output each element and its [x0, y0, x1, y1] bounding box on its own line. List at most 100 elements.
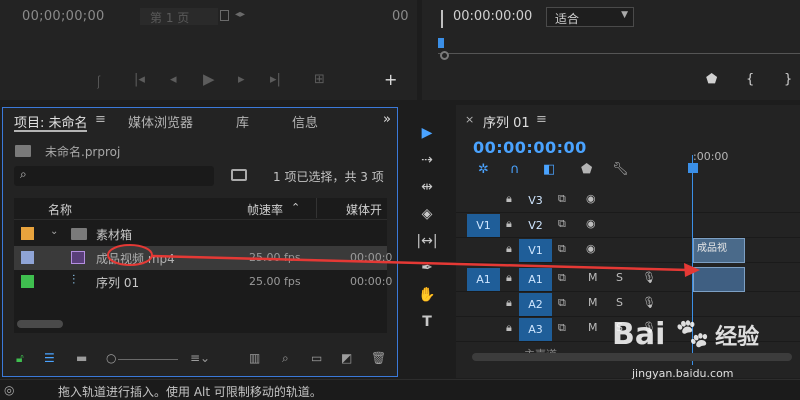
- lock-icon[interactable]: 🔒︎: [506, 242, 512, 256]
- linked-selection-icon[interactable]: ◧: [543, 162, 555, 177]
- search-input[interactable]: ⌕: [14, 166, 214, 186]
- tab-library[interactable]: 库: [236, 112, 249, 131]
- trash-icon[interactable]: 🗑︎: [371, 351, 386, 365]
- label-color-swatch[interactable]: [21, 275, 34, 288]
- sync-lock-icon[interactable]: ⧉: [558, 242, 566, 256]
- zoom-slider[interactable]: [118, 359, 178, 360]
- track-v1[interactable]: 🔒︎ V1 ⧉ ◉ 成品视: [456, 238, 800, 263]
- track-v3[interactable]: 🔒︎ V3 ⧉ ◉: [456, 188, 800, 213]
- sync-lock-icon[interactable]: ⧉: [558, 217, 566, 231]
- play-icon[interactable]: ▶: [203, 70, 215, 88]
- sync-lock-icon[interactable]: ⧉: [558, 296, 566, 310]
- slip-tool-icon[interactable]: |↔|: [410, 233, 444, 255]
- timeline-playhead-icon[interactable]: [688, 163, 698, 173]
- new-bin-from-search-icon[interactable]: [231, 169, 247, 181]
- list-item[interactable]: 成品视频.mp4 25.00 fps 00:00:0: [14, 246, 392, 270]
- mark-out-icon[interactable]: }: [784, 72, 792, 87]
- go-to-out-icon[interactable]: ▸|: [270, 72, 281, 87]
- video-clip[interactable]: 成品视: [693, 238, 745, 263]
- mute-button[interactable]: M: [588, 271, 598, 284]
- microphone-icon[interactable]: 🎙︎: [642, 271, 656, 284]
- mark-in-icon[interactable]: {: [746, 72, 754, 87]
- zoom-slider-handle-icon[interactable]: ○: [106, 351, 116, 365]
- settings-wrench-icon[interactable]: 🔧︎: [612, 162, 629, 177]
- step-back-icon[interactable]: ◂: [170, 72, 177, 87]
- icon-view-icon[interactable]: ▬: [76, 351, 87, 365]
- tab-media-browser[interactable]: 媒体浏览器: [128, 112, 193, 131]
- track-select-tool-icon[interactable]: ⇢: [410, 152, 444, 174]
- type-tool-icon[interactable]: T: [410, 314, 444, 336]
- track-label[interactable]: V3: [519, 189, 552, 212]
- list-view-icon[interactable]: ☰: [44, 351, 55, 365]
- track-label[interactable]: A2: [519, 293, 552, 316]
- menu-icon[interactable]: ≡: [536, 112, 547, 127]
- sync-lock-icon[interactable]: ⧉: [558, 271, 566, 285]
- add-button-icon[interactable]: +: [384, 70, 397, 89]
- eye-icon[interactable]: ◉: [586, 192, 596, 205]
- tab-project[interactable]: 项目: 未命名: [14, 112, 88, 131]
- lock-icon[interactable]: 🔒︎: [506, 192, 512, 206]
- sort-ascending-icon[interactable]: ⌃: [291, 201, 300, 214]
- marker-icon[interactable]: ⬟: [706, 72, 717, 87]
- zoom-handle-icon[interactable]: [440, 51, 449, 60]
- tab-info[interactable]: 信息: [292, 112, 318, 131]
- go-to-in-icon[interactable]: |◂: [134, 72, 145, 87]
- source-patch-v1[interactable]: V1: [467, 214, 500, 237]
- sort-icons-icon[interactable]: ≡⌄: [190, 351, 210, 365]
- search-icon[interactable]: ⌕: [282, 351, 289, 366]
- horizontal-scrollbar[interactable]: [17, 320, 63, 328]
- label-color-swatch[interactable]: [21, 251, 34, 264]
- ripple-edit-tool-icon[interactable]: ⇹: [410, 179, 444, 201]
- sync-lock-icon[interactable]: ⧉: [558, 192, 566, 206]
- step-forward-icon[interactable]: ▸: [238, 72, 245, 87]
- track-v2[interactable]: V1 🔒︎ V2 ⧉ ◉: [456, 213, 800, 238]
- lock-icon[interactable]: 🔓︎: [16, 351, 24, 366]
- lock-icon[interactable]: 🔒︎: [506, 217, 512, 231]
- snap-icon[interactable]: ∩: [510, 162, 520, 177]
- lock-icon[interactable]: 🔒︎: [506, 296, 512, 310]
- nest-toggle-icon[interactable]: ✲: [478, 162, 489, 177]
- close-icon[interactable]: ×: [465, 113, 474, 126]
- timeline-scrollbar[interactable]: [472, 353, 792, 361]
- column-media-start[interactable]: 媒体开: [346, 201, 382, 218]
- pen-tool-icon[interactable]: ✒: [410, 260, 444, 282]
- eye-icon[interactable]: ◉: [586, 242, 596, 255]
- sequence-tab[interactable]: 序列 01: [483, 112, 530, 131]
- fit-dropdown[interactable]: 适合 ▼: [546, 7, 634, 27]
- selection-tool-icon[interactable]: ▶: [410, 125, 444, 147]
- column-frame-rate[interactable]: 帧速率: [247, 201, 283, 218]
- program-ruler[interactable]: [438, 53, 800, 54]
- overflow-icon[interactable]: »: [383, 112, 391, 127]
- source-patch-a1[interactable]: A1: [467, 268, 500, 291]
- track-label[interactable]: A3: [519, 318, 552, 341]
- new-item-icon[interactable]: ◩: [341, 351, 352, 365]
- program-timecode[interactable]: 00:00:00:00: [453, 9, 532, 24]
- column-name[interactable]: 名称: [48, 201, 72, 218]
- hand-tool-icon[interactable]: ✋: [410, 287, 444, 309]
- microphone-icon[interactable]: 🎙︎: [642, 296, 656, 309]
- menu-icon[interactable]: ≡: [95, 112, 106, 127]
- sync-lock-icon[interactable]: ⧉: [558, 321, 566, 335]
- track-a2[interactable]: 🔒︎ A2 ⧉ M S 🎙︎: [456, 292, 800, 317]
- solo-button[interactable]: S: [616, 296, 623, 309]
- playhead-icon[interactable]: [438, 38, 444, 48]
- list-item[interactable]: ⫶ 序列 01 25.00 fps 00:00:0: [14, 270, 392, 294]
- label-color-swatch[interactable]: [21, 227, 34, 240]
- chevron-down-icon[interactable]: ⌄: [50, 226, 58, 237]
- page-selector[interactable]: 第 1 页 ◂▸: [140, 7, 260, 27]
- track-a1[interactable]: A1 🔒︎ A1 ⧉ M S 🎙︎: [456, 267, 800, 292]
- track-label[interactable]: V2: [519, 214, 552, 237]
- insert-icon[interactable]: ⊞: [314, 72, 325, 87]
- source-timecode[interactable]: 00;00;00;00: [22, 9, 105, 24]
- solo-button[interactable]: S: [616, 271, 623, 284]
- audio-clip[interactable]: [693, 267, 745, 292]
- automate-to-sequence-icon[interactable]: ▥: [249, 351, 260, 365]
- add-marker-icon[interactable]: ⬟: [581, 162, 592, 177]
- track-label[interactable]: A1: [519, 268, 552, 291]
- mark-in-icon[interactable]: ⎰: [92, 72, 105, 91]
- timeline-timecode[interactable]: 00:00:00:00: [473, 138, 587, 157]
- lock-icon[interactable]: 🔒︎: [506, 271, 512, 285]
- razor-tool-icon[interactable]: ◈: [410, 206, 444, 228]
- lock-icon[interactable]: 🔒︎: [506, 321, 512, 335]
- mute-button[interactable]: M: [588, 321, 598, 334]
